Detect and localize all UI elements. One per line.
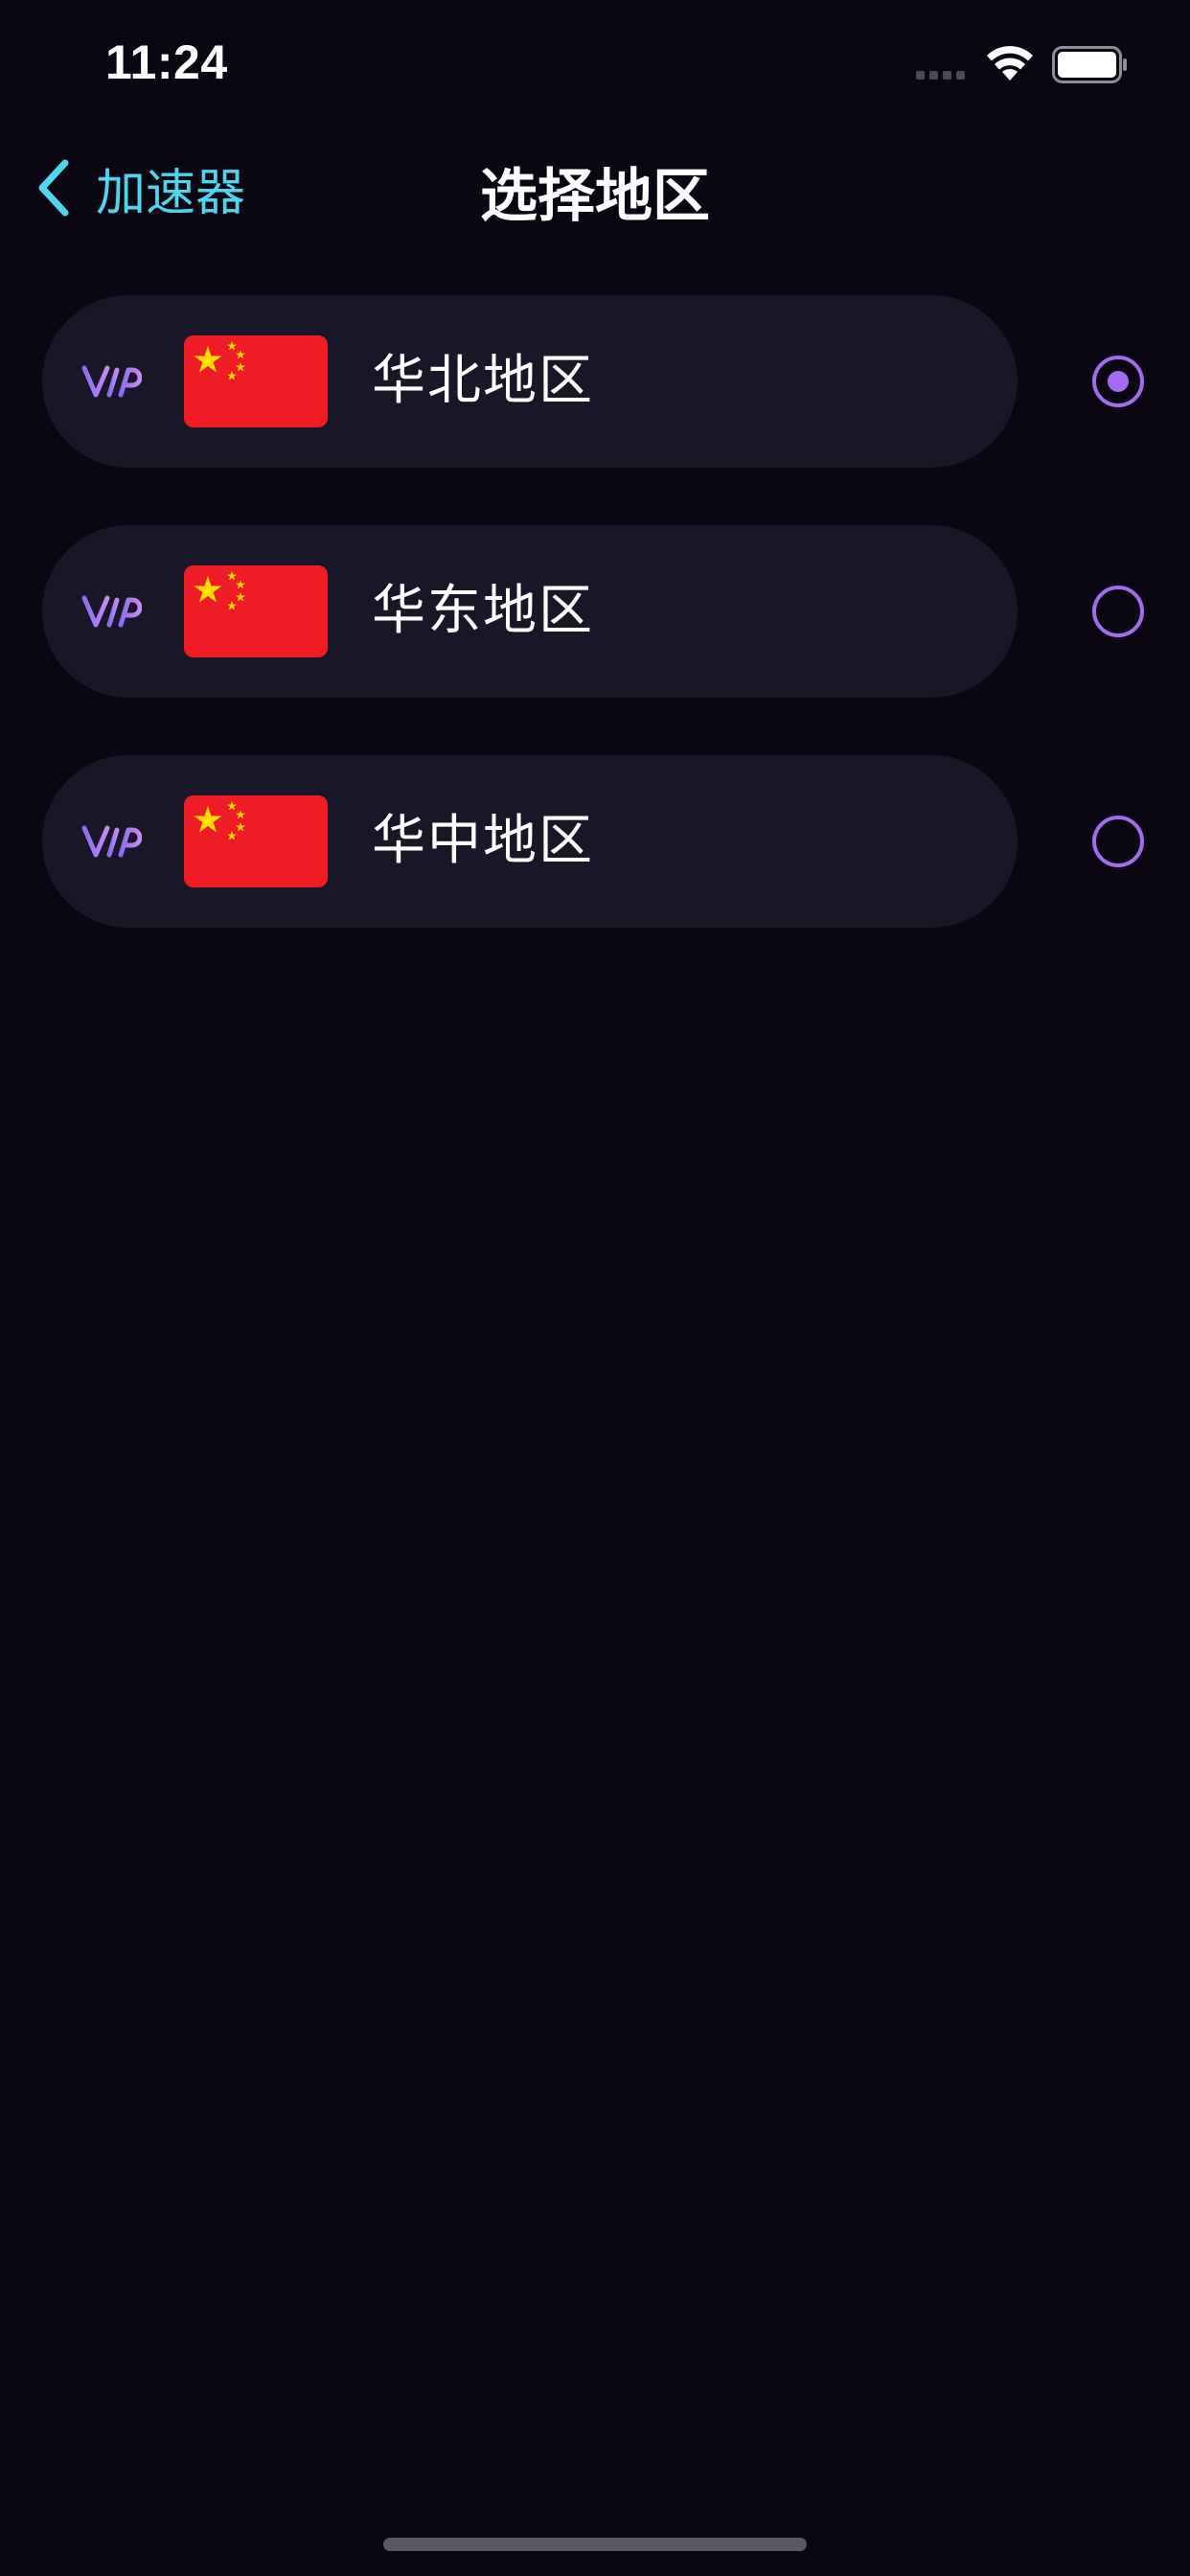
wifi-icon <box>987 46 1033 80</box>
china-flag-icon <box>184 795 328 887</box>
page-title: 选择地区 <box>480 163 710 230</box>
battery-full-icon <box>1052 46 1127 83</box>
vip-badge-icon <box>81 595 142 628</box>
cellular-no-signal-icon <box>916 71 965 80</box>
region-row: 华东地区 <box>0 525 1190 698</box>
status-bar: 11:24 <box>0 0 1190 125</box>
status-time: 11:24 <box>105 35 228 89</box>
region-list: 华北地区 华东地区 华中地区 <box>0 295 1190 985</box>
vip-badge-icon <box>81 825 142 858</box>
china-flag-icon <box>184 565 328 657</box>
region-card-huazhong[interactable]: 华中地区 <box>42 755 1018 928</box>
region-radio-huadong[interactable] <box>1092 586 1144 637</box>
china-flag-icon <box>184 335 328 427</box>
home-indicator[interactable] <box>383 2538 807 2551</box>
region-row: 华北地区 <box>0 295 1190 468</box>
region-radio-huazhong[interactable] <box>1092 816 1144 867</box>
region-name: 华东地区 <box>372 580 594 642</box>
radio-selected-dot <box>1108 371 1129 392</box>
region-name: 华中地区 <box>372 810 594 872</box>
vip-badge-icon <box>81 365 142 398</box>
region-row: 华中地区 <box>0 755 1190 928</box>
region-card-huadong[interactable]: 华东地区 <box>42 525 1018 698</box>
region-card-huabei[interactable]: 华北地区 <box>42 295 1018 468</box>
region-radio-huabei[interactable] <box>1092 356 1144 407</box>
region-name: 华北地区 <box>372 350 594 412</box>
